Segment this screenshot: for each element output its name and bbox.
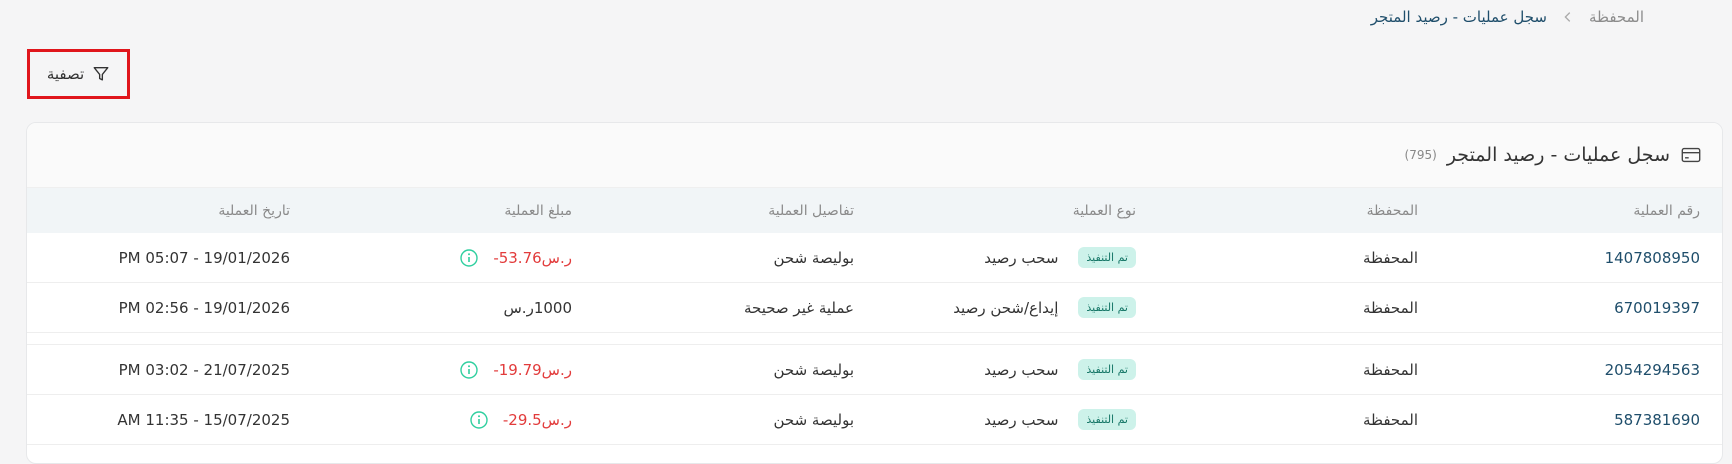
wallet-cell: المحفظة [1362, 248, 1418, 267]
breadcrumb: المحفظة سجل عمليات - رصيد المتجر [1371, 8, 1644, 26]
date-cell: AM 11:35 - 15/07/2025 [117, 410, 290, 429]
date-cell: PM 05:07 - 19/01/2026 [118, 248, 290, 267]
transaction-number-link[interactable]: 670019397 [1614, 283, 1700, 332]
type-text: سحب رصيد [984, 410, 1059, 429]
type-text: إيداع/شحن رصيد [953, 298, 1059, 317]
amount-value: 1000ر.س [503, 298, 572, 317]
info-icon[interactable] [459, 248, 479, 268]
amount-cell: -29.5ر.س [469, 395, 572, 444]
info-icon[interactable] [469, 410, 489, 430]
amount-value: -53.76ر.س [493, 248, 572, 267]
details-cell: بوليصة شحن [773, 410, 854, 429]
transactions-card: سجل عمليات - رصيد المتجر (795) رقم العمل… [26, 122, 1723, 464]
record-count: (795) [1404, 148, 1437, 162]
breadcrumb-root-link[interactable]: المحفظة [1589, 8, 1644, 26]
transaction-number-link[interactable]: 587381690 [1614, 395, 1700, 444]
header-details: تفاصيل العملية [768, 202, 854, 219]
chevron-left-icon [1561, 10, 1575, 24]
amount-value: -29.5ر.س [502, 410, 572, 429]
filter-button[interactable]: تصفية [27, 49, 130, 99]
transaction-number-link[interactable]: 1407808950 [1605, 233, 1700, 282]
table-row: 1407808950 المحفظة سحب رصيد تم التنفيذ ب… [27, 233, 1722, 283]
amount-value: -19.79ر.س [493, 360, 572, 379]
type-text: سحب رصيد [984, 360, 1059, 379]
table-row: 670019397 المحفظة إيداع/شحن رصيد تم التن… [27, 283, 1722, 333]
table-row-spacer [27, 333, 1722, 345]
amount-cell: -19.79ر.س [459, 345, 572, 394]
filter-icon [92, 65, 110, 83]
date-cell: PM 03:02 - 21/07/2025 [118, 360, 290, 379]
card-header: سجل عمليات - رصيد المتجر (795) [27, 123, 1722, 188]
table-row: 587381690 المحفظة سحب رصيد تم التنفيذ بو… [27, 395, 1722, 445]
table-header: رقم العملية المحفظة نوع العملية تفاصيل ا… [27, 188, 1722, 233]
status-badge: تم التنفيذ [1078, 409, 1136, 430]
transaction-number-link[interactable]: 2054294563 [1605, 345, 1700, 394]
amount-cell: -53.76ر.س [459, 233, 572, 282]
status-badge: تم التنفيذ [1078, 297, 1136, 318]
type-cell: سحب رصيد تم التنفيذ [984, 395, 1136, 444]
credit-card-icon [1680, 144, 1702, 166]
header-date: تاريخ العملية [218, 202, 290, 219]
header-wallet: المحفظة [1366, 202, 1418, 219]
info-icon[interactable] [459, 360, 479, 380]
wallet-cell: المحفظة [1362, 360, 1418, 379]
status-badge: تم التنفيذ [1078, 359, 1136, 380]
breadcrumb-current: سجل عمليات - رصيد المتجر [1370, 8, 1547, 26]
details-cell: بوليصة شحن [773, 360, 854, 379]
type-cell: سحب رصيد تم التنفيذ [984, 233, 1136, 282]
amount-cell: 1000ر.س [503, 283, 572, 332]
header-type: نوع العملية [1072, 202, 1136, 219]
table-row: 2054294563 المحفظة سحب رصيد تم التنفيذ ب… [27, 345, 1722, 395]
date-cell: PM 02:56 - 19/01/2026 [118, 298, 290, 317]
type-cell: إيداع/شحن رصيد تم التنفيذ [953, 283, 1136, 332]
header-amount: مبلغ العملية [504, 202, 572, 219]
details-cell: عملية غير صحيحة [743, 298, 854, 317]
header-number: رقم العملية [1633, 202, 1700, 219]
details-cell: بوليصة شحن [773, 248, 854, 267]
type-cell: سحب رصيد تم التنفيذ [984, 345, 1136, 394]
filter-button-label: تصفية [46, 65, 85, 83]
wallet-cell: المحفظة [1362, 298, 1418, 317]
type-text: سحب رصيد [984, 248, 1059, 267]
wallet-cell: المحفظة [1362, 410, 1418, 429]
card-title: سجل عمليات - رصيد المتجر [1446, 144, 1670, 166]
status-badge: تم التنفيذ [1078, 247, 1136, 268]
